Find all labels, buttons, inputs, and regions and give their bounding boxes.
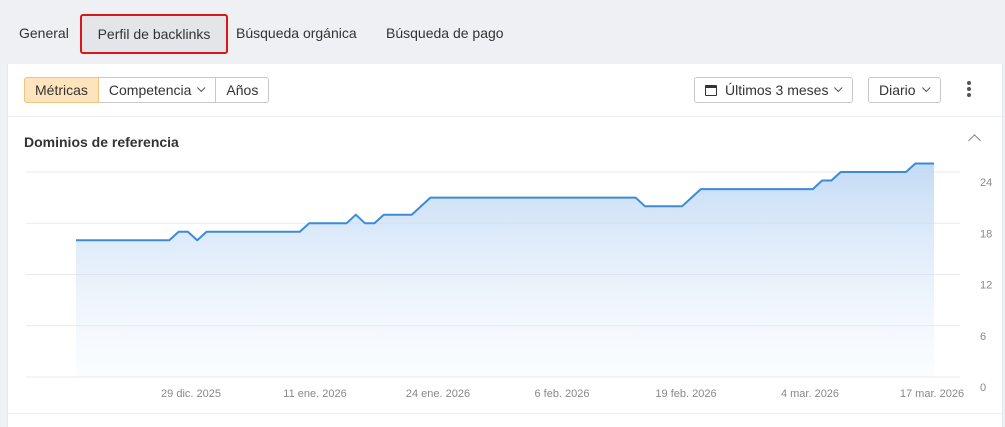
tab-paid-search[interactable]: Búsqueda de pago bbox=[386, 14, 504, 52]
x-tick-label: 19 feb. 2026 bbox=[655, 388, 716, 400]
series-area bbox=[76, 163, 934, 377]
x-tick-label: 17 mar. 2026 bbox=[900, 388, 964, 400]
y-tick-label: 12 bbox=[980, 280, 992, 292]
y-tick-label: 18 bbox=[980, 228, 992, 240]
y-tick-label: 6 bbox=[980, 331, 986, 343]
tab-organic-search[interactable]: Búsqueda orgánica bbox=[236, 14, 357, 52]
metrics-button-label: Métricas bbox=[35, 82, 88, 98]
report-tabs: General Perfil de backlinks Búsqueda org… bbox=[0, 0, 1005, 64]
x-tick-label: 29 dic. 2025 bbox=[161, 388, 221, 400]
x-tick-label: 6 feb. 2026 bbox=[534, 388, 589, 400]
x-tick-label: 4 mar. 2026 bbox=[781, 388, 839, 400]
metrics-button[interactable]: Métricas bbox=[24, 77, 99, 103]
tab-general[interactable]: General bbox=[19, 14, 69, 52]
card-footer-divider bbox=[8, 413, 1002, 414]
referring-domains-chart: 24 18 12 6 0 29 dic. 2025 11 ene. 2026 24 ene.… bbox=[26, 162, 992, 400]
y-tick-label: 0 bbox=[980, 382, 986, 394]
y-tick-label: 24 bbox=[980, 177, 992, 189]
x-tick-label: 24 ene. 2026 bbox=[406, 388, 470, 400]
chart-card: Métricas Competencia Años Últimos 3 mese… bbox=[7, 64, 1003, 427]
tab-backlink-profile[interactable]: Perfil de backlinks bbox=[80, 14, 228, 54]
x-tick-label: 11 ene. 2026 bbox=[283, 388, 346, 400]
